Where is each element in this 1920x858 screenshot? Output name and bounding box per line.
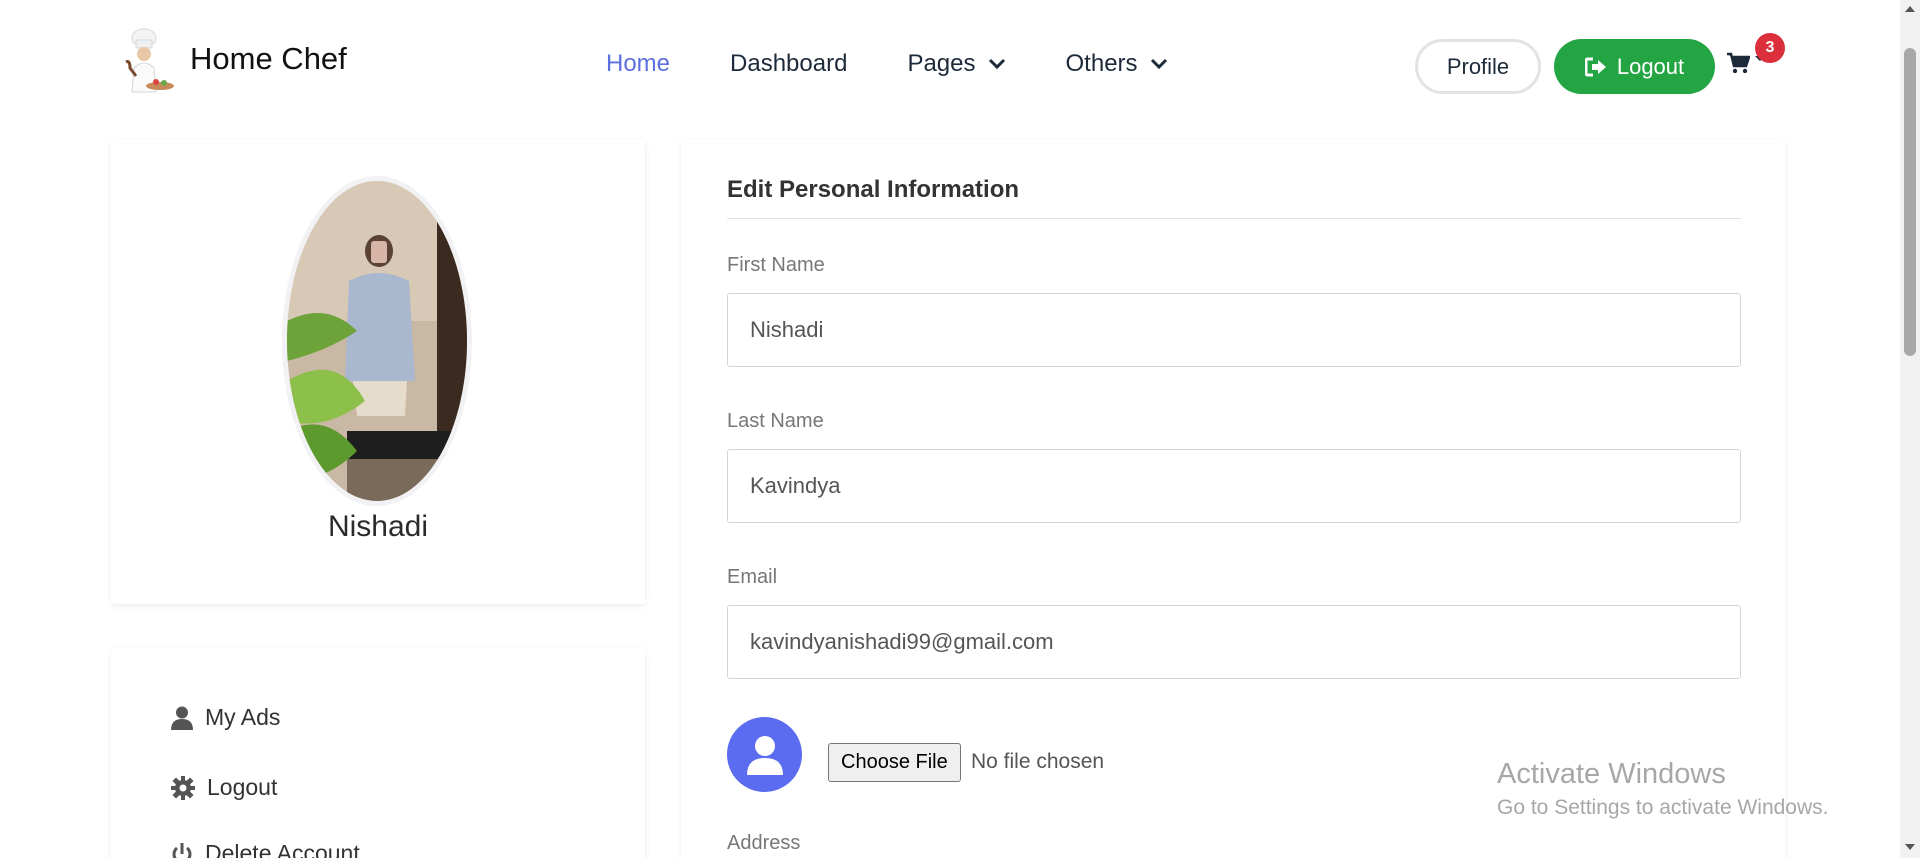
edit-info-card: Edit Personal Information First Name Nis…: [681, 140, 1785, 858]
scroll-down-arrow-icon[interactable]: [1905, 844, 1915, 850]
form-title: Edit Personal Information: [727, 176, 1020, 203]
profile-card: Nishadi: [111, 140, 645, 604]
first-name-label: First Name: [727, 254, 825, 276]
sign-out-icon: [1584, 57, 1606, 76]
nav-home[interactable]: Home: [606, 50, 670, 78]
file-status: No file chosen: [971, 750, 1105, 773]
upload-avatar-preview: [727, 717, 802, 792]
address-label: Address: [727, 832, 801, 854]
email-input[interactable]: kavindyanishadi99@gmail.com: [727, 605, 1741, 679]
nav-dashboard[interactable]: Dashboard: [730, 50, 847, 78]
first-name-input[interactable]: Nishadi: [727, 293, 1741, 367]
scrollbar[interactable]: [1900, 0, 1920, 858]
nav-home-label: Home: [606, 50, 671, 77]
cart-icon: [1727, 52, 1750, 74]
activate-windows-title: Activate Windows: [1497, 758, 1726, 790]
profile-photo: [287, 181, 467, 501]
choose-file-button[interactable]: Choose File: [828, 743, 961, 782]
profile-name: Nishadi: [327, 510, 429, 543]
profile-button[interactable]: Profile: [1415, 39, 1541, 94]
divider: [727, 218, 1741, 219]
brand[interactable]: Home Chef: [116, 26, 347, 100]
cart-count-badge: 3: [1755, 33, 1785, 63]
email-label: Email: [727, 566, 778, 588]
last-name-label: Last Name: [727, 410, 824, 432]
nav-dashboard-label: Dashboard: [730, 50, 848, 77]
menu-item-label: My Ads: [205, 704, 281, 730]
nav-pages[interactable]: Pages: [907, 50, 1005, 78]
gear-icon: [171, 775, 195, 800]
menu-item-delete-account[interactable]: Delete Account: [171, 840, 360, 858]
activate-windows-subtitle: Go to Settings to activate Windows.: [1497, 796, 1829, 819]
brand-name: Home Chef: [190, 41, 347, 76]
menu-item-label: Logout: [207, 774, 278, 800]
menu-item-label: Delete Account: [205, 840, 360, 858]
scrollbar-thumb[interactable]: [1904, 48, 1916, 356]
chevron-down-icon: [1150, 58, 1167, 70]
chef-logo-icon: [125, 28, 174, 93]
account-menu-card: My Ads Logout Delete Account: [111, 648, 645, 858]
menu-item-logout[interactable]: Logout: [171, 774, 277, 801]
logout-button-label: Logout: [1616, 53, 1685, 79]
logout-button[interactable]: Logout: [1554, 39, 1715, 94]
scroll-up-arrow-icon[interactable]: [1905, 6, 1915, 12]
menu-item-my-ads[interactable]: My Ads: [171, 704, 280, 731]
nav-others[interactable]: Others: [1066, 50, 1168, 78]
main-nav: Home Dashboard Pages Others: [606, 50, 1228, 78]
user-icon: [171, 706, 193, 730]
nav-others-label: Others: [1065, 50, 1138, 77]
chevron-down-icon: [988, 58, 1005, 70]
power-icon: [172, 842, 192, 858]
navbar: Home Chef Home Dashboard Pages Others Pr…: [0, 0, 1900, 132]
avatar: [282, 176, 472, 506]
user-icon: [746, 735, 783, 775]
nav-pages-label: Pages: [907, 50, 976, 77]
last-name-input[interactable]: Kavindya: [727, 449, 1741, 523]
